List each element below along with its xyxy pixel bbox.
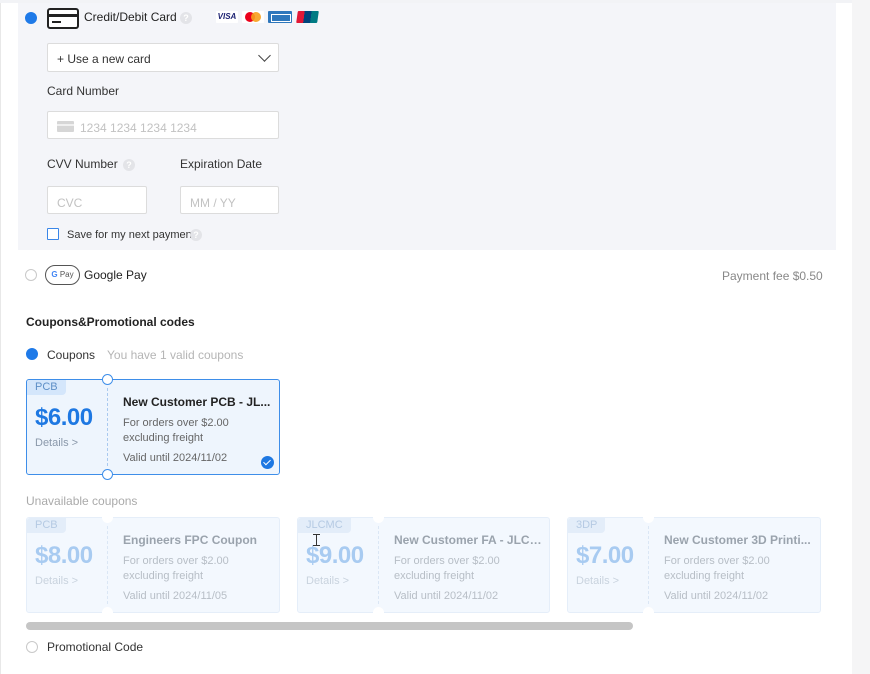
coupon-notch — [102, 374, 113, 385]
card-number-placeholder: 1234 1234 1234 1234 — [80, 121, 197, 135]
visa-icon: VISA — [216, 11, 238, 23]
coupon-details-link[interactable]: Details > — [35, 437, 78, 449]
gpay-badge-text: Pay — [59, 270, 74, 279]
coupon-desc: For orders over $2.00 excluding freight — [394, 555, 500, 582]
google-pay-icon: G Pay — [45, 265, 80, 285]
coupon-details-link[interactable]: Details > — [576, 575, 619, 587]
chevron-down-icon — [258, 49, 271, 62]
mastercard-icon — [242, 11, 264, 23]
coupon-notch — [102, 469, 113, 480]
coupon-valid: Valid until 2024/11/02 — [664, 590, 769, 602]
cvv-input[interactable]: CVC — [47, 186, 147, 214]
coupon-valid: Valid until 2024/11/02 — [394, 590, 499, 602]
coupon-tag: JLCMC — [298, 518, 351, 533]
coupon-valid: Valid until 2024/11/02 — [123, 452, 228, 464]
coupon-desc: For orders over $2.00 excluding freight — [123, 555, 229, 582]
cvv-help-icon[interactable]: ? — [123, 159, 135, 171]
coupon-card-unavailable: 3DP $7.00 Details > New Customer 3D Prin… — [567, 512, 821, 618]
save-help-icon[interactable]: ? — [190, 229, 202, 241]
coupon-card-unavailable: PCB $8.00 Details > Engineers FPC Coupon… — [26, 512, 280, 618]
save-card-checkbox[interactable] — [47, 228, 59, 240]
check-icon — [261, 456, 274, 469]
coupons-section-title: Coupons&Promotional codes — [26, 315, 195, 329]
coupon-amount: $8.00 — [35, 542, 93, 569]
coupon-title: New Customer 3D Printi... — [664, 533, 811, 547]
promo-code-radio[interactable] — [26, 641, 38, 653]
gpay-fee: Payment fee $0.50 — [722, 269, 823, 283]
coupon-notch — [643, 512, 654, 523]
card-select-value: + Use a new card — [57, 52, 151, 66]
right-gutter — [852, 0, 870, 674]
page-border — [0, 0, 1, 674]
coupon-amount: $6.00 — [35, 404, 93, 431]
promo-code-label: Promotional Code — [47, 640, 144, 654]
card-option-label: Credit/Debit Card — [84, 10, 177, 24]
coupon-tag: 3DP — [568, 518, 606, 533]
gpay-option-radio[interactable] — [25, 269, 37, 281]
amex-icon — [268, 11, 292, 23]
coupon-tag: PCB — [27, 518, 66, 533]
expiry-input[interactable]: MM / YY — [180, 186, 279, 214]
coupon-valid: Valid until 2024/11/05 — [123, 590, 228, 602]
coupon-details-link[interactable]: Details > — [35, 575, 78, 587]
coupons-label: Coupons — [47, 348, 96, 362]
expiry-placeholder: MM / YY — [190, 196, 236, 210]
unionpay-icon — [296, 11, 319, 23]
coupon-notch — [102, 607, 113, 618]
card-number-input[interactable]: 1234 1234 1234 1234 — [47, 111, 279, 139]
coupon-desc: For orders over $2.00 excluding freight — [123, 417, 229, 444]
coupon-divider — [107, 388, 108, 466]
cvv-placeholder: CVC — [57, 196, 83, 210]
save-card-label: Save for my next payment — [67, 229, 195, 241]
credit-card-icon — [47, 8, 79, 29]
text-cursor-icon — [313, 534, 320, 546]
cvv-label: CVV Number — [47, 157, 118, 171]
coupon-notch — [373, 607, 384, 618]
coupon-title: New Customer PCB - JL... — [123, 395, 271, 409]
coupon-card-active[interactable]: PCB $6.00 Details > New Customer PCB - J… — [26, 374, 280, 480]
coupon-desc: For orders over $2.00 excluding freight — [664, 555, 770, 582]
coupon-divider — [107, 526, 108, 604]
coupon-notch — [373, 512, 384, 523]
coupon-divider — [648, 526, 649, 604]
coupon-notch — [643, 607, 654, 618]
coupon-details-link[interactable]: Details > — [306, 575, 349, 587]
coupon-tag: PCB — [27, 380, 66, 395]
unavailable-coupons-label: Unavailable coupons — [26, 494, 138, 508]
coupon-divider — [378, 526, 379, 604]
card-help-icon[interactable]: ? — [180, 12, 192, 24]
gpay-label: Google Pay — [84, 268, 147, 282]
card-option-radio[interactable] — [25, 12, 37, 24]
card-select[interactable]: + Use a new card — [47, 43, 279, 72]
expiry-label: Expiration Date — [180, 157, 263, 171]
coupon-title: New Customer FA - JLCMC — [394, 533, 546, 547]
coupon-title: Engineers FPC Coupon — [123, 533, 258, 547]
coupon-amount: $9.00 — [306, 542, 364, 569]
coupon-amount: $7.00 — [576, 542, 634, 569]
horizontal-scrollbar[interactable] — [26, 622, 633, 630]
coupons-hint: You have 1 valid coupons — [107, 348, 244, 362]
card-number-label: Card Number — [47, 84, 120, 98]
coupons-radio[interactable] — [26, 348, 38, 360]
coupon-notch — [102, 512, 113, 523]
coupon-card-unavailable: JLCMC $9.00 Details > New Customer FA - … — [297, 512, 550, 618]
card-number-icon — [57, 121, 74, 132]
